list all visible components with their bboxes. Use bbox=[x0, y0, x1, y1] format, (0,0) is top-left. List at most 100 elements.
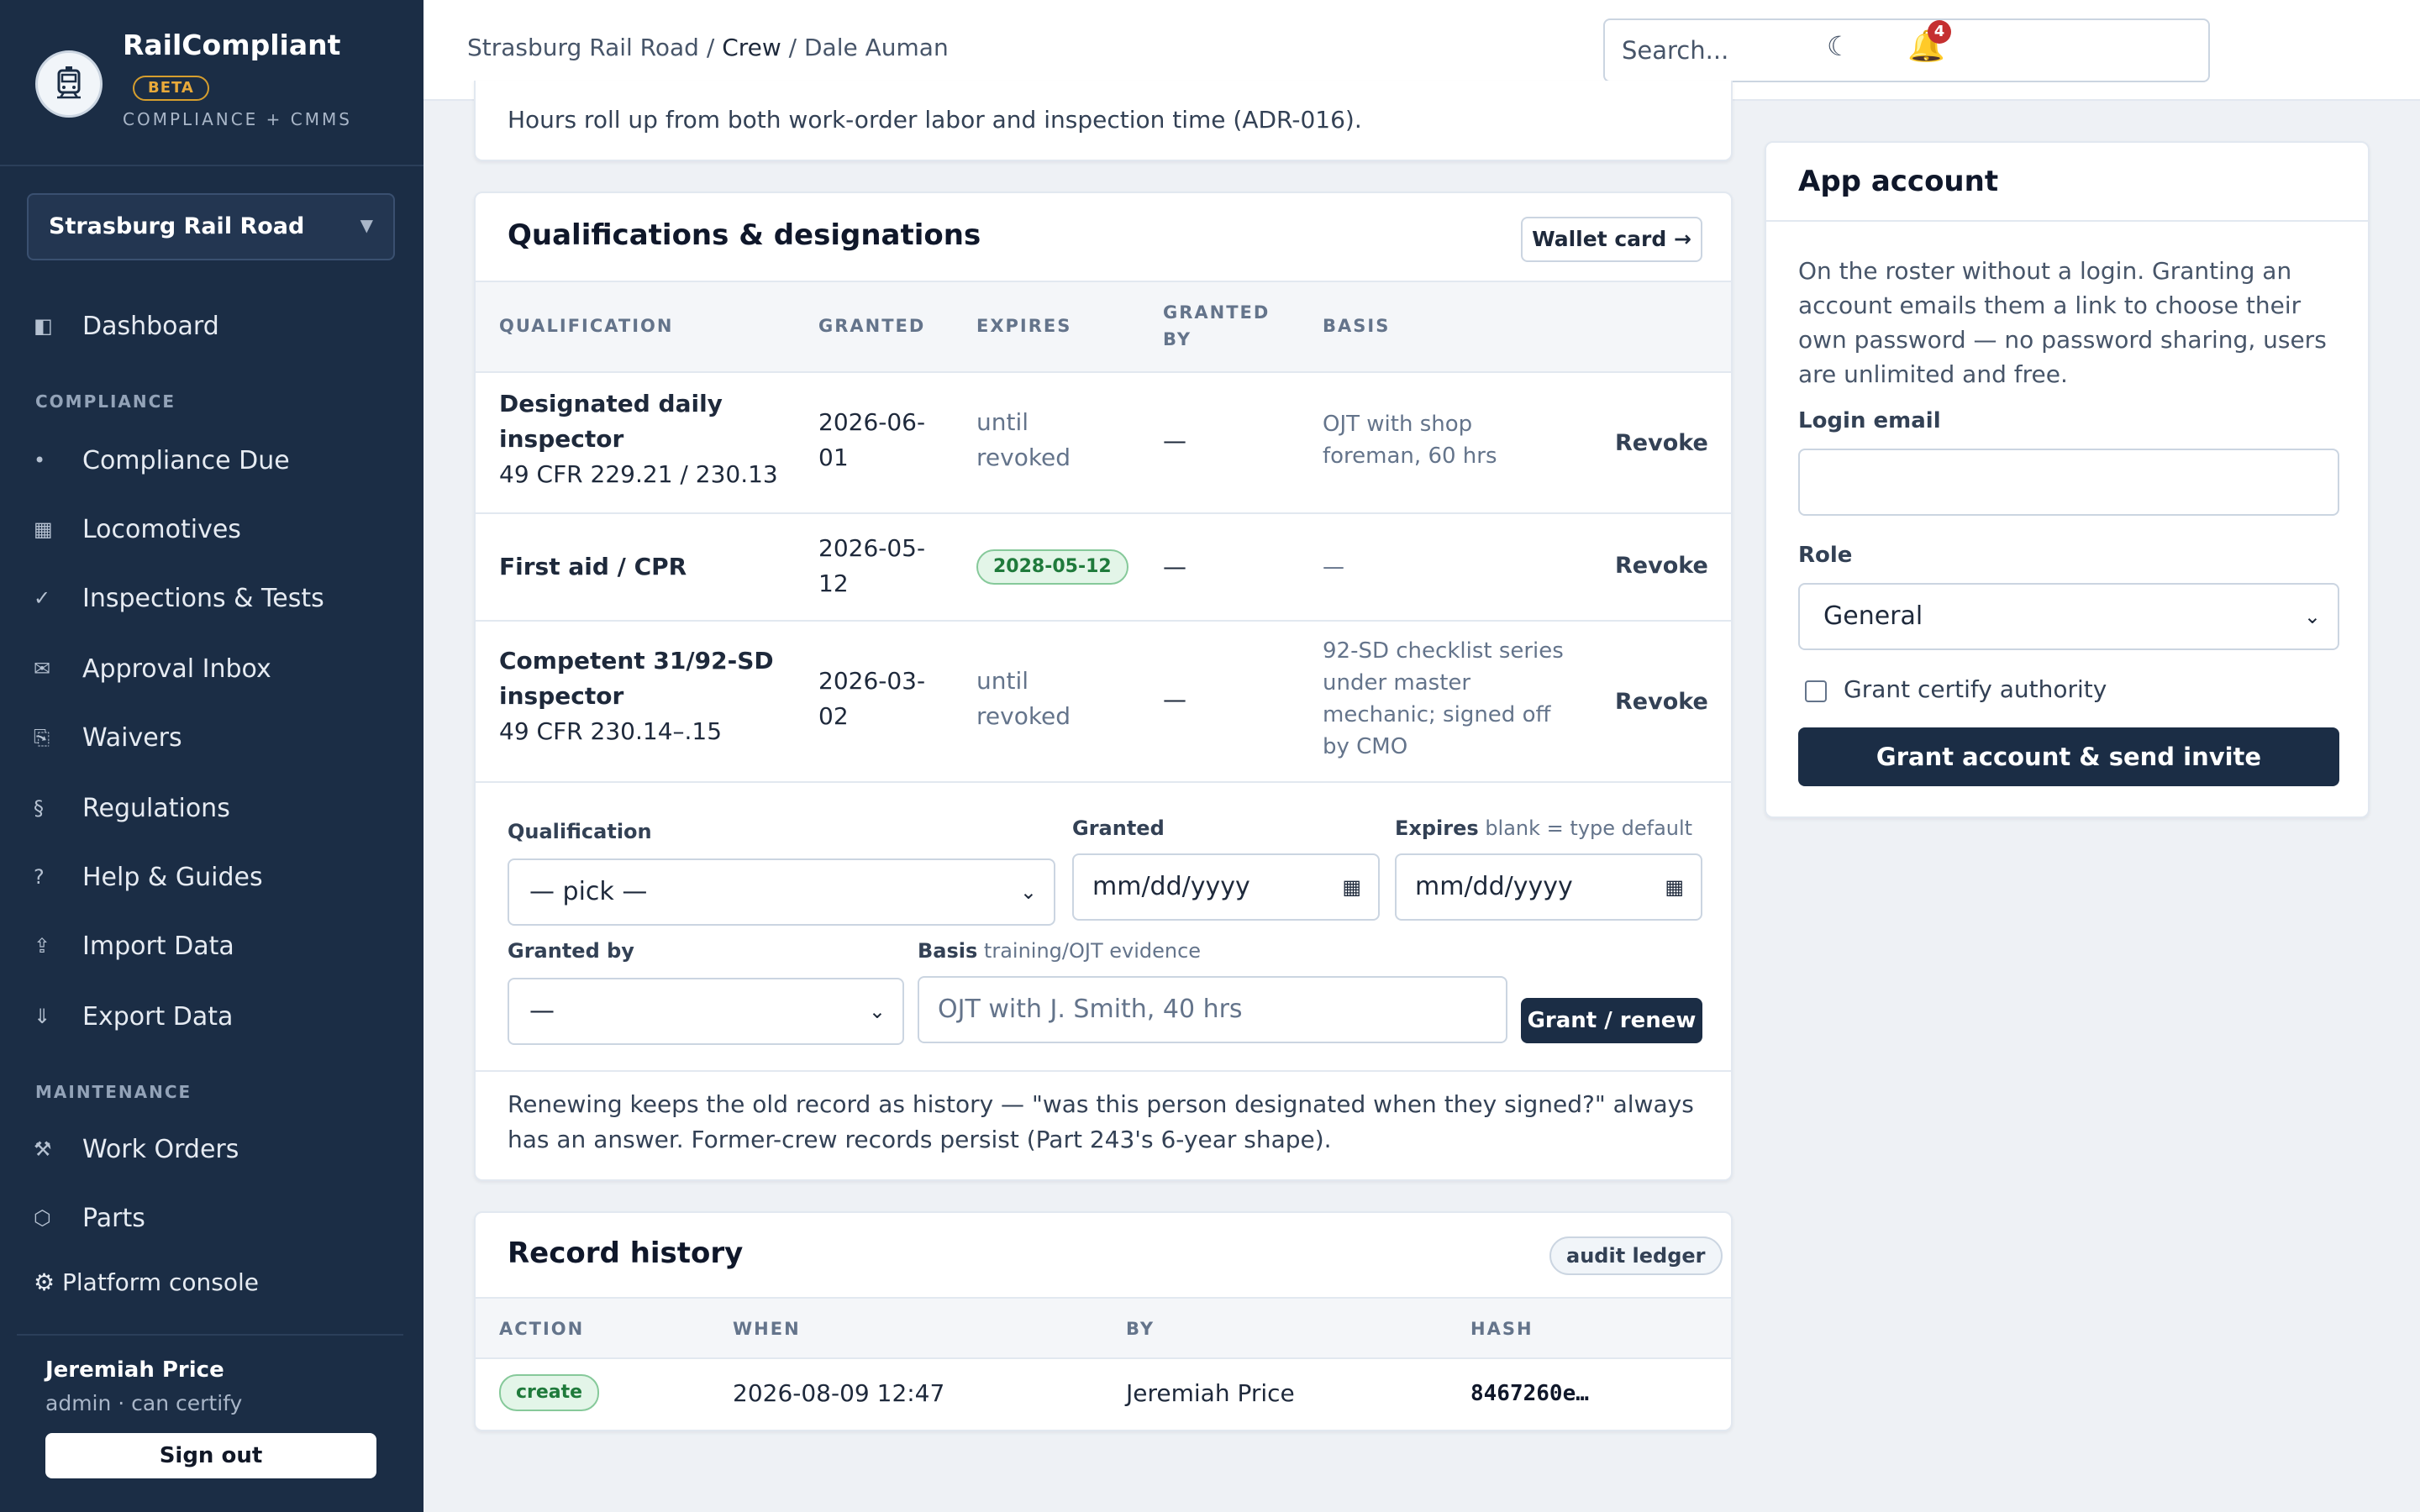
basis-value: foreman, 60 hrs bbox=[1323, 444, 1497, 469]
record-history-title: Record history bbox=[508, 1236, 744, 1270]
beta-badge: BETA bbox=[133, 76, 209, 101]
brand-subtitle: COMPLIANCE + CMMS bbox=[123, 109, 352, 129]
mail-icon: ✉ bbox=[34, 657, 51, 680]
calendar-icon[interactable]: ▦ bbox=[1342, 855, 1361, 919]
login-email-input[interactable] bbox=[1798, 449, 2339, 516]
wrench-icon: ⚒ bbox=[34, 1137, 52, 1161]
granted-by-value: — bbox=[1163, 685, 1186, 713]
sidebar-item-locomotives[interactable]: ▦ Locomotives bbox=[34, 504, 403, 554]
granted-by-value: — bbox=[1163, 427, 1186, 454]
column-header-qualification: QUALIFICATION bbox=[499, 316, 674, 336]
granted-by-select-value: — bbox=[529, 996, 555, 1026]
sidebar-divider bbox=[17, 1334, 403, 1336]
qualification-select[interactable]: — pick — ⌄ bbox=[508, 858, 1055, 926]
dot-icon: • bbox=[34, 449, 46, 472]
revoke-button[interactable]: Revoke bbox=[1615, 689, 1708, 715]
chevron-down-icon: ⌄ bbox=[2303, 605, 2321, 628]
qualifications-title: Qualifications & designations bbox=[508, 218, 981, 252]
certify-authority-checkbox[interactable] bbox=[1805, 680, 1827, 702]
platform-console-link[interactable]: ⚙ Platform console bbox=[34, 1268, 259, 1296]
calendar-icon[interactable]: ▦ bbox=[1665, 855, 1684, 919]
table-row: Competent 31/92-SD inspector 49 CFR 230.… bbox=[476, 622, 1731, 783]
basis-value: under master bbox=[1323, 670, 1471, 696]
granted-date-input[interactable]: mm/dd/yyyy ▦ bbox=[1072, 853, 1380, 921]
revoke-button[interactable]: Revoke bbox=[1615, 430, 1708, 456]
hexagon-icon: ⬡ bbox=[34, 1206, 51, 1230]
locomotive-logo-icon[interactable] bbox=[35, 50, 103, 118]
grant-renew-button[interactable]: Grant / renew bbox=[1521, 998, 1702, 1043]
check-icon: ✓ bbox=[34, 586, 51, 610]
sidebar-item-compliance-due[interactable]: • Compliance Due bbox=[34, 435, 403, 486]
column-header-basis: BASIS bbox=[1323, 316, 1391, 336]
sidebar-item-export-data[interactable]: ⇓ Export Data bbox=[34, 991, 403, 1042]
section-icon: § bbox=[34, 796, 44, 820]
breadcrumb-separator: / bbox=[698, 34, 723, 61]
expires-label: Expires blank = type default bbox=[1395, 816, 1692, 840]
app-account-title: App account bbox=[1798, 165, 1999, 198]
granted-label: Granted bbox=[1072, 816, 1165, 840]
granted-date: 02 bbox=[818, 702, 849, 730]
expires-hint: blank = type default bbox=[1478, 816, 1693, 840]
sidebar-item-dashboard[interactable]: ◧ Dashboard bbox=[34, 301, 403, 351]
grant-account-button[interactable]: Grant account & send invite bbox=[1798, 727, 2339, 786]
history-when: 2026-08-09 12:47 bbox=[733, 1379, 945, 1407]
sidebar-item-parts[interactable]: ⬡ Parts bbox=[34, 1193, 403, 1243]
organization-selector[interactable]: Strasburg Rail Road ▼ bbox=[27, 193, 395, 260]
basis-input[interactable]: OJT with J. Smith, 40 hrs bbox=[918, 976, 1507, 1043]
nav-section-compliance: COMPLIANCE bbox=[35, 391, 176, 412]
audit-ledger-badge: audit ledger bbox=[1549, 1236, 1723, 1275]
breadcrumb-org[interactable]: Strasburg Rail Road bbox=[467, 34, 699, 61]
sidebar-item-import-data[interactable]: ⇪ Import Data bbox=[34, 921, 403, 971]
column-header-action: ACTION bbox=[499, 1319, 585, 1339]
waiver-icon: ⎘ bbox=[34, 726, 50, 749]
basis-value: mechanic; signed off bbox=[1323, 702, 1551, 727]
sidebar-item-label: Waivers bbox=[82, 722, 182, 753]
app-root: RailCompliant BETA COMPLIANCE + CMMS Str… bbox=[0, 0, 2420, 1512]
sidebar-item-waivers[interactable]: ⎘ Waivers bbox=[34, 712, 403, 763]
sidebar-item-help[interactable]: ? Help & Guides bbox=[34, 852, 403, 902]
revoke-button[interactable]: Revoke bbox=[1615, 553, 1708, 579]
history-by: Jeremiah Price bbox=[1126, 1379, 1295, 1407]
search-input[interactable]: Search... bbox=[1603, 18, 2210, 82]
granted-date: 01 bbox=[818, 444, 849, 471]
qualification-name: inspector bbox=[499, 425, 624, 453]
sidebar-item-label: Import Data bbox=[82, 931, 234, 961]
breadcrumb-crew[interactable]: Crew bbox=[722, 34, 781, 61]
sidebar-item-approval-inbox[interactable]: ✉ Approval Inbox bbox=[34, 643, 403, 694]
expires-label-text: Expires bbox=[1395, 816, 1479, 840]
grant-qualification-form: Qualification — pick — ⌄ Granted mm/dd/y… bbox=[476, 783, 1731, 1072]
wallet-card-button[interactable]: Wallet card → bbox=[1521, 217, 1702, 262]
brand-header: RailCompliant BETA COMPLIANCE + CMMS bbox=[0, 0, 424, 166]
column-header-granted: GRANTED bbox=[818, 316, 926, 336]
granted-by-select[interactable]: — ⌄ bbox=[508, 978, 904, 1045]
current-user-role: admin · can certify bbox=[45, 1391, 243, 1415]
app-account-header: App account bbox=[1766, 143, 2368, 222]
sidebar-item-regulations[interactable]: § Regulations bbox=[34, 783, 403, 833]
qualifications-card: Qualifications & designations Wallet car… bbox=[474, 192, 1733, 1181]
qualification-name: inspector bbox=[499, 682, 624, 710]
sidebar-item-label: Locomotives bbox=[82, 514, 241, 544]
basis-hint: training/OJT evidence bbox=[977, 939, 1202, 963]
breadcrumb-person: Dale Auman bbox=[804, 34, 949, 61]
sign-out-button[interactable]: Sign out bbox=[45, 1433, 376, 1478]
chevron-down-icon: ⌄ bbox=[868, 1000, 886, 1023]
chevron-down-icon: ⌄ bbox=[1019, 880, 1037, 904]
expires-date-input[interactable]: mm/dd/yyyy ▦ bbox=[1395, 853, 1702, 921]
sidebar-item-label: Help & Guides bbox=[82, 862, 263, 892]
moon-icon[interactable]: ☾ bbox=[1827, 30, 1851, 62]
sidebar-item-inspections[interactable]: ✓ Inspections & Tests bbox=[34, 573, 403, 623]
certify-authority-label[interactable]: Grant certify authority bbox=[1844, 672, 2107, 707]
sidebar-item-work-orders[interactable]: ⚒ Work Orders bbox=[34, 1124, 403, 1174]
expires-value: revoked bbox=[976, 444, 1071, 471]
column-header-granted-by: GRANTED bbox=[1163, 302, 1270, 323]
granted-date: 2026-06- bbox=[818, 408, 926, 436]
history-hash[interactable]: 8467260e… bbox=[1470, 1381, 1589, 1406]
sidebar-item-label: Export Data bbox=[82, 1001, 234, 1032]
column-header-expires: EXPIRES bbox=[976, 316, 1072, 336]
expires-value: until bbox=[976, 667, 1029, 695]
notification-count-badge: 4 bbox=[1928, 20, 1951, 44]
granted-date: 2026-03- bbox=[818, 667, 926, 695]
granted-by-label: Granted by bbox=[508, 939, 634, 963]
granted-by-value: — bbox=[1163, 553, 1186, 580]
role-select[interactable]: General ⌄ bbox=[1798, 583, 2339, 650]
